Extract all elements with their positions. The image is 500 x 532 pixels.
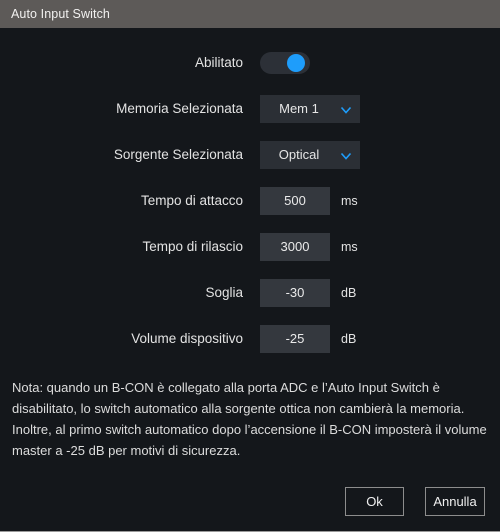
unit-soglia: dB xyxy=(341,286,357,300)
cancel-button[interactable]: Annulla xyxy=(425,487,485,516)
input-volume-dispositivo-value: -25 xyxy=(285,331,305,346)
input-tempo-attacco-wrap: 500 xyxy=(260,186,330,215)
window-title: Auto Input Switch xyxy=(11,7,110,21)
dropdown-sorgente-value: Optical xyxy=(278,147,320,162)
label-sorgente-selezionata: Sorgente Selezionata xyxy=(113,147,243,162)
unit-tempo-di-rilascio: ms xyxy=(341,240,358,254)
dropdown-memoria-value: Mem 1 xyxy=(279,101,319,116)
toggle-abilitato-wrap xyxy=(260,48,310,74)
label-abilitato: Abilitato xyxy=(194,55,243,70)
dropdown-sorgente-wrap: Optical xyxy=(260,140,360,169)
input-tempo-di-attacco[interactable]: 500 xyxy=(260,187,330,215)
dialog-footer: Ok Annulla xyxy=(0,476,500,531)
input-tempo-di-attacco-value: 500 xyxy=(284,193,306,208)
dropdown-memoria-selezionata[interactable]: Mem 1 xyxy=(260,95,360,123)
chevron-down-icon xyxy=(340,150,352,161)
window-titlebar[interactable]: Auto Input Switch xyxy=(0,0,500,28)
ok-button[interactable]: Ok xyxy=(345,487,404,516)
label-tempo-di-rilascio: Tempo di rilascio xyxy=(142,239,243,254)
dropdown-sorgente-selezionata[interactable]: Optical xyxy=(260,141,360,169)
unit-volume-dispositivo: dB xyxy=(341,332,357,346)
form-row-soglia: Soglia -30 dB xyxy=(0,278,500,308)
auto-input-switch-dialog: Auto Input Switch Abilitato Memoria Sele… xyxy=(0,0,500,532)
form-row-volume-dispositivo: Volume dispositivo -25 dB xyxy=(0,324,500,354)
note-text: Nota: quando un B-CON è collegato alla p… xyxy=(12,380,487,458)
label-soglia: Soglia xyxy=(205,285,243,300)
input-soglia-value: -30 xyxy=(285,285,305,300)
toggle-abilitato[interactable] xyxy=(260,52,310,74)
input-tempo-di-rilascio-value: 3000 xyxy=(280,239,310,254)
input-soglia-wrap: -30 xyxy=(260,278,330,307)
input-volume-dispositivo-wrap: -25 xyxy=(260,324,330,353)
form-row-sorgente-selezionata: Sorgente Selezionata Optical xyxy=(0,140,500,170)
form-row-abilitato: Abilitato xyxy=(0,48,500,78)
input-soglia[interactable]: -30 xyxy=(260,279,330,307)
form-row-tempo-di-attacco: Tempo di attacco 500 ms xyxy=(0,186,500,216)
input-tempo-di-rilascio[interactable]: 3000 xyxy=(260,233,330,261)
label-memoria-selezionata: Memoria Selezionata xyxy=(116,101,243,116)
chevron-down-icon xyxy=(340,104,352,115)
dropdown-memoria-wrap: Mem 1 xyxy=(260,94,360,123)
form-row-tempo-di-rilascio: Tempo di rilascio 3000 ms xyxy=(0,232,500,262)
label-volume-dispositivo: Volume dispositivo xyxy=(131,331,243,346)
toggle-knob xyxy=(287,54,305,72)
label-tempo-di-attacco: Tempo di attacco xyxy=(140,193,243,208)
unit-tempo-di-attacco: ms xyxy=(341,194,358,208)
settings-form: Abilitato Memoria Selezionata Mem 1 Sorg… xyxy=(0,28,500,366)
form-row-memoria-selezionata: Memoria Selezionata Mem 1 xyxy=(0,94,500,124)
input-tempo-rilascio-wrap: 3000 xyxy=(260,232,330,261)
input-volume-dispositivo[interactable]: -25 xyxy=(260,325,330,353)
